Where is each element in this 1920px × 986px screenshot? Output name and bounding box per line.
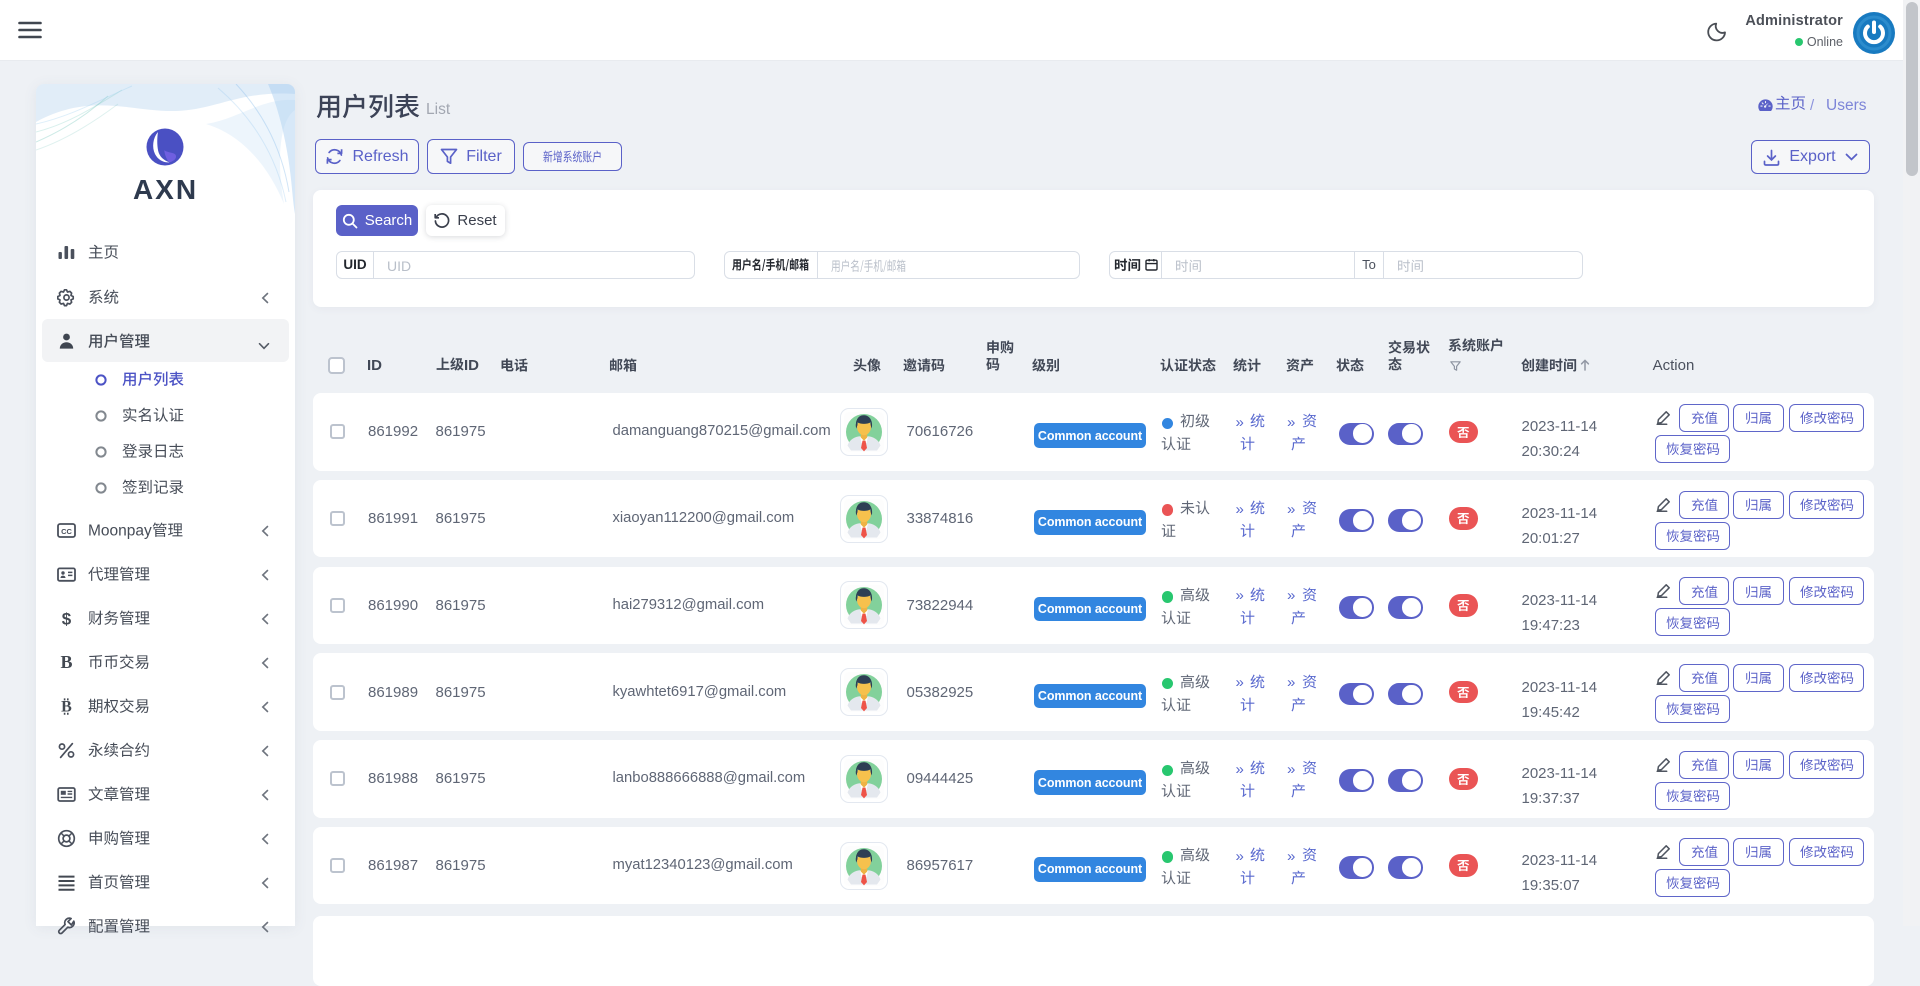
svg-text:CC: CC [61,526,72,535]
svg-text:B: B [60,653,72,672]
svg-text:$: $ [62,609,72,628]
svg-text:B: B [61,698,72,715]
